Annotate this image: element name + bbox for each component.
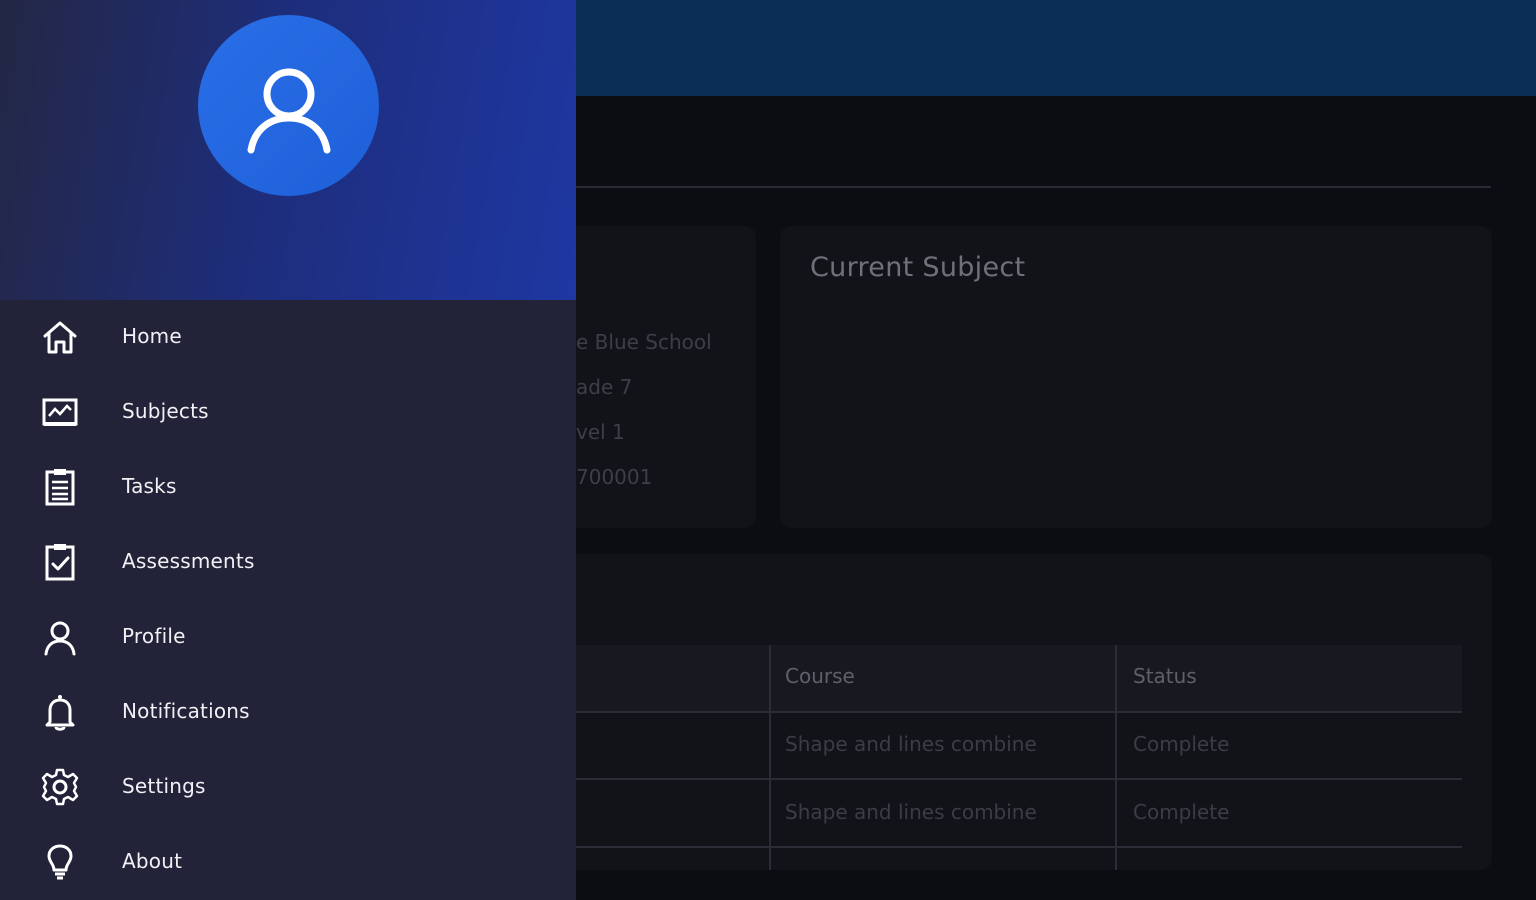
- level-label: vel 1: [576, 420, 625, 444]
- header-divider: [576, 186, 1491, 188]
- table-cell-course: Shape and lines combine: [785, 800, 1037, 824]
- user-icon: [247, 68, 330, 153]
- drawer-item-label: Tasks: [122, 474, 177, 498]
- avatar[interactable]: [198, 15, 379, 196]
- drawer-item-tasks[interactable]: Tasks: [0, 450, 576, 525]
- current-subject-title: Current Subject: [810, 252, 1026, 283]
- drawer-item-profile[interactable]: Profile: [0, 600, 576, 675]
- grade-label: ade 7: [576, 375, 633, 399]
- drawer-item-label: Notifications: [122, 699, 250, 723]
- bell-icon: [38, 692, 82, 732]
- table-divider: [576, 778, 1462, 780]
- drawer-item-label: Home: [122, 324, 182, 348]
- home-icon: [38, 317, 82, 357]
- drawer-item-home[interactable]: Home: [0, 300, 576, 375]
- table-column-divider: [1115, 645, 1117, 870]
- column-header-status: Status: [1133, 664, 1197, 688]
- drawer-item-label: Assessments: [122, 549, 255, 573]
- drawer-item-label: Settings: [122, 774, 206, 798]
- table-divider: [576, 711, 1462, 713]
- chart-icon: [38, 392, 82, 432]
- drawer-item-about[interactable]: About: [0, 825, 576, 900]
- drawer-item-label: About: [122, 849, 183, 873]
- navigation-drawer: Home Subjects Tasks Assessments Profile …: [0, 0, 576, 900]
- drawer-item-settings[interactable]: Settings: [0, 750, 576, 825]
- student-id: 700001: [576, 465, 653, 489]
- table-cell-course: Shape and lines combine: [785, 732, 1037, 756]
- drawer-header: [0, 0, 576, 300]
- person-icon: [38, 617, 82, 657]
- lightbulb-icon: [38, 842, 82, 882]
- drawer-item-label: Profile: [122, 624, 186, 648]
- table-cell-status: Complete: [1133, 732, 1230, 756]
- table-divider: [576, 846, 1462, 848]
- gear-icon: [38, 767, 82, 807]
- table-cell-status: Complete: [1133, 800, 1230, 824]
- school-name: e Blue School: [576, 330, 712, 354]
- table-column-divider: [769, 645, 771, 870]
- drawer-item-notifications[interactable]: Notifications: [0, 675, 576, 750]
- clipboard-list-icon: [38, 467, 82, 507]
- column-header-course: Course: [785, 664, 855, 688]
- table-header: [576, 645, 1462, 712]
- drawer-item-assessments[interactable]: Assessments: [0, 525, 576, 600]
- clipboard-check-icon: [38, 542, 82, 582]
- drawer-item-subjects[interactable]: Subjects: [0, 375, 576, 450]
- drawer-item-label: Subjects: [122, 399, 209, 423]
